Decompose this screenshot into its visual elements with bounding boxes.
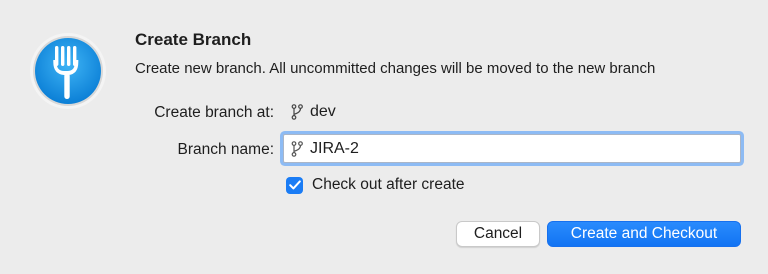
git-branch-icon: [291, 140, 303, 157]
dialog-title: Create Branch: [135, 30, 252, 49]
git-branch-icon: [291, 104, 303, 120]
branch-name-label: Branch name:: [177, 141, 275, 158]
dialog-subtitle: Create new branch. All uncommitted chang…: [135, 60, 656, 77]
checkout-checkbox[interactable]: [286, 176, 303, 194]
create-branch-at-value: dev: [291, 103, 336, 121]
create-branch-at-text: dev: [310, 103, 336, 120]
create-branch-at-label: Create branch at:: [154, 104, 274, 121]
fork-app-icon: [29, 32, 107, 110]
create-and-checkout-button[interactable]: Create and Checkout: [547, 221, 741, 247]
branch-name-field[interactable]: [283, 134, 741, 163]
cancel-button[interactable]: Cancel: [456, 221, 540, 247]
checkmark-icon: [288, 180, 301, 190]
branch-name-input[interactable]: [310, 139, 730, 158]
checkout-option[interactable]: Check out after create: [286, 176, 465, 194]
create-branch-dialog: Create Branch Create new branch. All unc…: [0, 0, 768, 274]
checkout-label: Check out after create: [312, 176, 465, 193]
